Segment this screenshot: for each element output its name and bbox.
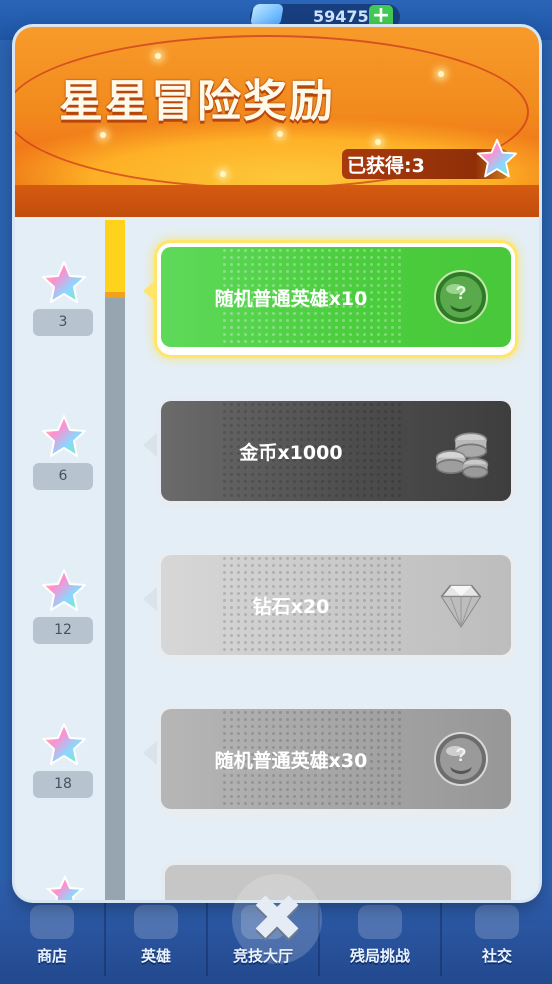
reward-card-partial (161, 861, 515, 900)
challenge-icon (358, 905, 402, 939)
add-currency-button[interactable]: + (369, 5, 393, 29)
diamond-icon (440, 584, 482, 628)
milestone-count: 12 (33, 617, 93, 644)
rainbow-star-icon (45, 875, 85, 900)
sparkle (375, 139, 381, 145)
rainbow-star-icon (476, 138, 518, 178)
hero-icon (134, 905, 178, 939)
random-hero-icon: ? (434, 270, 488, 324)
rainbow-star-icon (42, 569, 86, 611)
modal-header: 星星冒险奖励 已获得:3 (15, 27, 539, 217)
milestone-count: 18 (33, 771, 93, 798)
reward-card[interactable]: 钻石x20 (143, 551, 515, 663)
milestone-count: 6 (33, 463, 93, 490)
card-pointer (143, 279, 157, 303)
sparkle (100, 132, 106, 138)
sparkle (220, 171, 226, 177)
reward-card[interactable]: 随机普通英雄x10 ? (143, 243, 515, 355)
gem-icon (250, 4, 284, 26)
handshake-icon (475, 905, 519, 939)
random-hero-icon: ? (434, 732, 488, 786)
nav-social-label: 社交 (481, 947, 512, 965)
card-pointer (143, 433, 157, 457)
header-band (15, 185, 539, 217)
milestone: 6 (33, 413, 93, 497)
nav-shop-label: 商店 (36, 947, 67, 965)
sparkle (438, 71, 444, 77)
close-icon: ✖ (250, 882, 304, 956)
sparkle (155, 53, 161, 59)
rainbow-star-icon (42, 723, 86, 765)
reward-label: 金币x1000 (239, 441, 343, 464)
nav-endgame-label: 残局挑战 (349, 947, 410, 965)
reward-label: 钻石x20 (252, 595, 330, 618)
background-left-edge (0, 40, 14, 900)
reward-card[interactable]: 金币x1000 (143, 397, 515, 509)
coins-icon (435, 432, 489, 479)
currency-amount: 59475 (313, 7, 369, 26)
progress-cap (105, 292, 125, 298)
reward-label: 随机普通英雄x10 (214, 287, 368, 310)
modal-title: 星星冒险奖励 (59, 76, 335, 127)
reward-label: 随机普通英雄x30 (214, 749, 368, 772)
svg-text:?: ? (456, 745, 467, 765)
svg-text:?: ? (456, 283, 467, 303)
sparkle (277, 131, 283, 137)
milestone: 12 (33, 567, 93, 651)
card-pointer (143, 741, 157, 765)
rainbow-star-icon (42, 261, 86, 303)
milestone: 3 (33, 259, 93, 343)
background-right-edge (538, 40, 552, 900)
milestone-count: 3 (33, 309, 93, 336)
progress-fill (105, 220, 125, 292)
reward-card[interactable]: 随机普通英雄x30 ? (143, 705, 515, 817)
rainbow-star-icon (42, 415, 86, 457)
earned-stars-text: 已获得:3 (347, 155, 425, 177)
progress-track (105, 220, 125, 900)
card-pointer (143, 587, 157, 611)
shop-icon (30, 905, 74, 939)
milestone: 18 (33, 721, 93, 805)
nav-heroes-label: 英雄 (140, 947, 171, 965)
star-adventure-reward-modal: 星星冒险奖励 已获得:3 3 6 12 18 随机普通英雄x10 ? 金币x10… (15, 27, 539, 900)
close-button[interactable]: ✖ (232, 874, 322, 964)
